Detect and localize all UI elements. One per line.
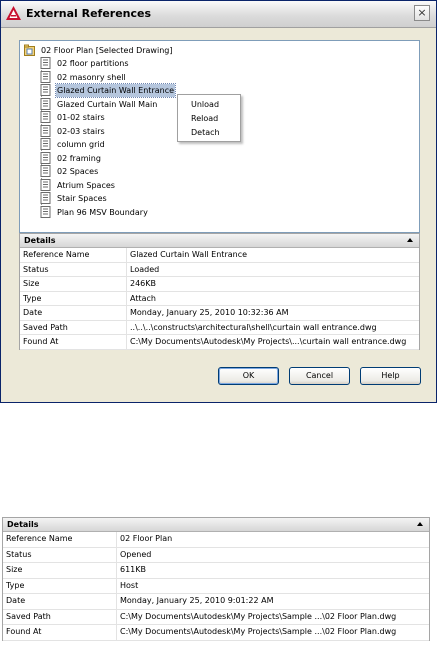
menu-item-detach[interactable]: Detach xyxy=(191,128,220,137)
property-value: Glazed Curtain Wall Entrance xyxy=(130,250,248,259)
title-bar[interactable]: External References × xyxy=(1,1,436,28)
property-name: Status xyxy=(23,264,49,274)
ok-button[interactable]: OK xyxy=(218,367,279,385)
xref-drawing-icon xyxy=(40,165,51,177)
tree-item-label: column grid xyxy=(57,140,105,149)
property-value: 611KB xyxy=(120,565,147,574)
property-value: Host xyxy=(120,580,139,590)
xref-drawing-icon xyxy=(40,138,51,150)
property-value: C:\My Documents\Autodesk\My Projects\Sam… xyxy=(120,611,397,621)
property-row: Status Opened xyxy=(3,548,429,563)
property-value: Opened xyxy=(120,549,152,559)
property-row: Type Attach xyxy=(20,292,419,306)
property-row: Type Host xyxy=(3,579,429,594)
property-row: Found At C:\My Documents\Autodesk\My Proj… xyxy=(20,335,419,350)
property-name: Reference Name xyxy=(23,250,90,259)
property-name: Found At xyxy=(6,627,42,636)
dialog-title: External References xyxy=(26,7,152,20)
tree-root-label: 02 Floor Plan [Selected Drawing] xyxy=(41,46,173,55)
details-header[interactable]: Details xyxy=(20,234,419,248)
property-value: 246KB xyxy=(130,279,157,288)
property-row: Reference Name Glazed Curtain Wall Entran… xyxy=(20,248,419,263)
xref-drawing-icon xyxy=(40,178,51,191)
collapse-arrow-icon[interactable] xyxy=(407,238,413,242)
property-row: Date Monday, January 25, 2010 9:01:22 AM xyxy=(3,594,429,610)
details-panel: Details Reference Name Glazed Curtain Wal… xyxy=(19,233,420,350)
property-name: Size xyxy=(6,565,23,574)
context-menu: Unload Reload Detach xyxy=(177,94,241,142)
xref-drawing-icon xyxy=(40,111,51,123)
xref-drawing-icon xyxy=(40,97,51,110)
xref-drawing-icon xyxy=(40,57,51,69)
xref-drawing-icon xyxy=(40,151,51,164)
property-value: C:\My Documents\Autodesk\My Projects\...… xyxy=(130,337,407,346)
tree-item-label: 02 floor partitions xyxy=(57,59,129,68)
property-name: Reference Name xyxy=(6,534,73,543)
details-title: Details xyxy=(24,236,56,245)
property-row: Date Monday, January 25, 2010 10:32:36 AM xyxy=(20,306,419,321)
property-value: Loaded xyxy=(130,264,160,274)
property-row: Size 246KB xyxy=(20,277,419,292)
xref-drawing-icon xyxy=(40,84,51,96)
external-references-dialog: External References × 02 Floor Plan [Sel… xyxy=(0,0,437,403)
property-value: Monday, January 25, 2010 10:32:36 AM xyxy=(130,308,289,317)
menu-item-reload[interactable]: Reload xyxy=(191,114,218,123)
tree-item-label: 02 framing xyxy=(57,153,101,163)
menu-item-unload[interactable]: Unload xyxy=(191,100,219,109)
tree-item-label: 02 masonry shell xyxy=(57,72,126,82)
property-row: Saved Path C:\My Documents\Autodesk\My Pr… xyxy=(3,610,429,625)
details-title: Details xyxy=(7,520,39,529)
close-button[interactable]: × xyxy=(414,5,430,21)
tree-item-label: 02-03 stairs xyxy=(57,126,105,136)
property-name: Saved Path xyxy=(23,322,68,332)
xref-drawing-icon xyxy=(40,205,51,218)
property-row: Saved Path ..\..\..\constructs\architectu… xyxy=(20,321,419,335)
tree-item-label: 01-02 stairs xyxy=(57,113,105,122)
property-name: Date xyxy=(6,596,26,605)
property-row: Status Loaded xyxy=(20,263,419,277)
tree-item-label: 02 Spaces xyxy=(57,167,99,176)
autocad-app-icon xyxy=(6,6,21,20)
property-name: Saved Path xyxy=(6,611,51,621)
property-row: Size 611KB xyxy=(3,563,429,579)
details-panel-host: Details Reference Name 02 Floor Plan Statu… xyxy=(2,517,430,641)
property-name: Status xyxy=(6,549,32,559)
tree-item-label: Stair Spaces xyxy=(57,194,107,203)
property-value: Monday, January 25, 2010 9:01:22 AM xyxy=(120,596,274,605)
property-name: Type xyxy=(23,293,42,303)
property-value: C:\My Documents\Autodesk\My Projects\Sam… xyxy=(120,627,397,636)
property-value: ..\..\..\constructs\architectural\shell\… xyxy=(130,322,377,332)
property-name: Size xyxy=(23,279,40,288)
property-name: Found At xyxy=(23,337,59,346)
tree-item-label: Glazed Curtain Wall Main xyxy=(57,99,158,109)
cancel-button[interactable]: Cancel xyxy=(289,367,350,385)
tree-item-label: Atrium Spaces xyxy=(57,180,115,190)
property-name: Date xyxy=(23,308,43,317)
xref-drawing-icon xyxy=(40,124,51,137)
property-value: 02 Floor Plan xyxy=(120,534,173,543)
property-name: Type xyxy=(6,580,25,590)
xref-drawing-icon xyxy=(40,192,51,204)
property-row: Found At C:\My Documents\Autodesk\My Proj… xyxy=(3,625,429,641)
tree-item-label: Plan 96 MSV Boundary xyxy=(57,207,148,217)
xref-drawing-icon xyxy=(40,70,51,83)
tree-item-label: Glazed Curtain Wall Entrance xyxy=(54,83,177,98)
property-row: Reference Name 02 Floor Plan xyxy=(3,532,429,548)
collapse-arrow-icon[interactable] xyxy=(417,522,423,526)
property-value: Attach xyxy=(130,293,156,303)
help-button[interactable]: Help xyxy=(360,367,421,385)
drawing-folder-icon xyxy=(24,44,35,56)
details-header[interactable]: Details xyxy=(3,518,429,532)
